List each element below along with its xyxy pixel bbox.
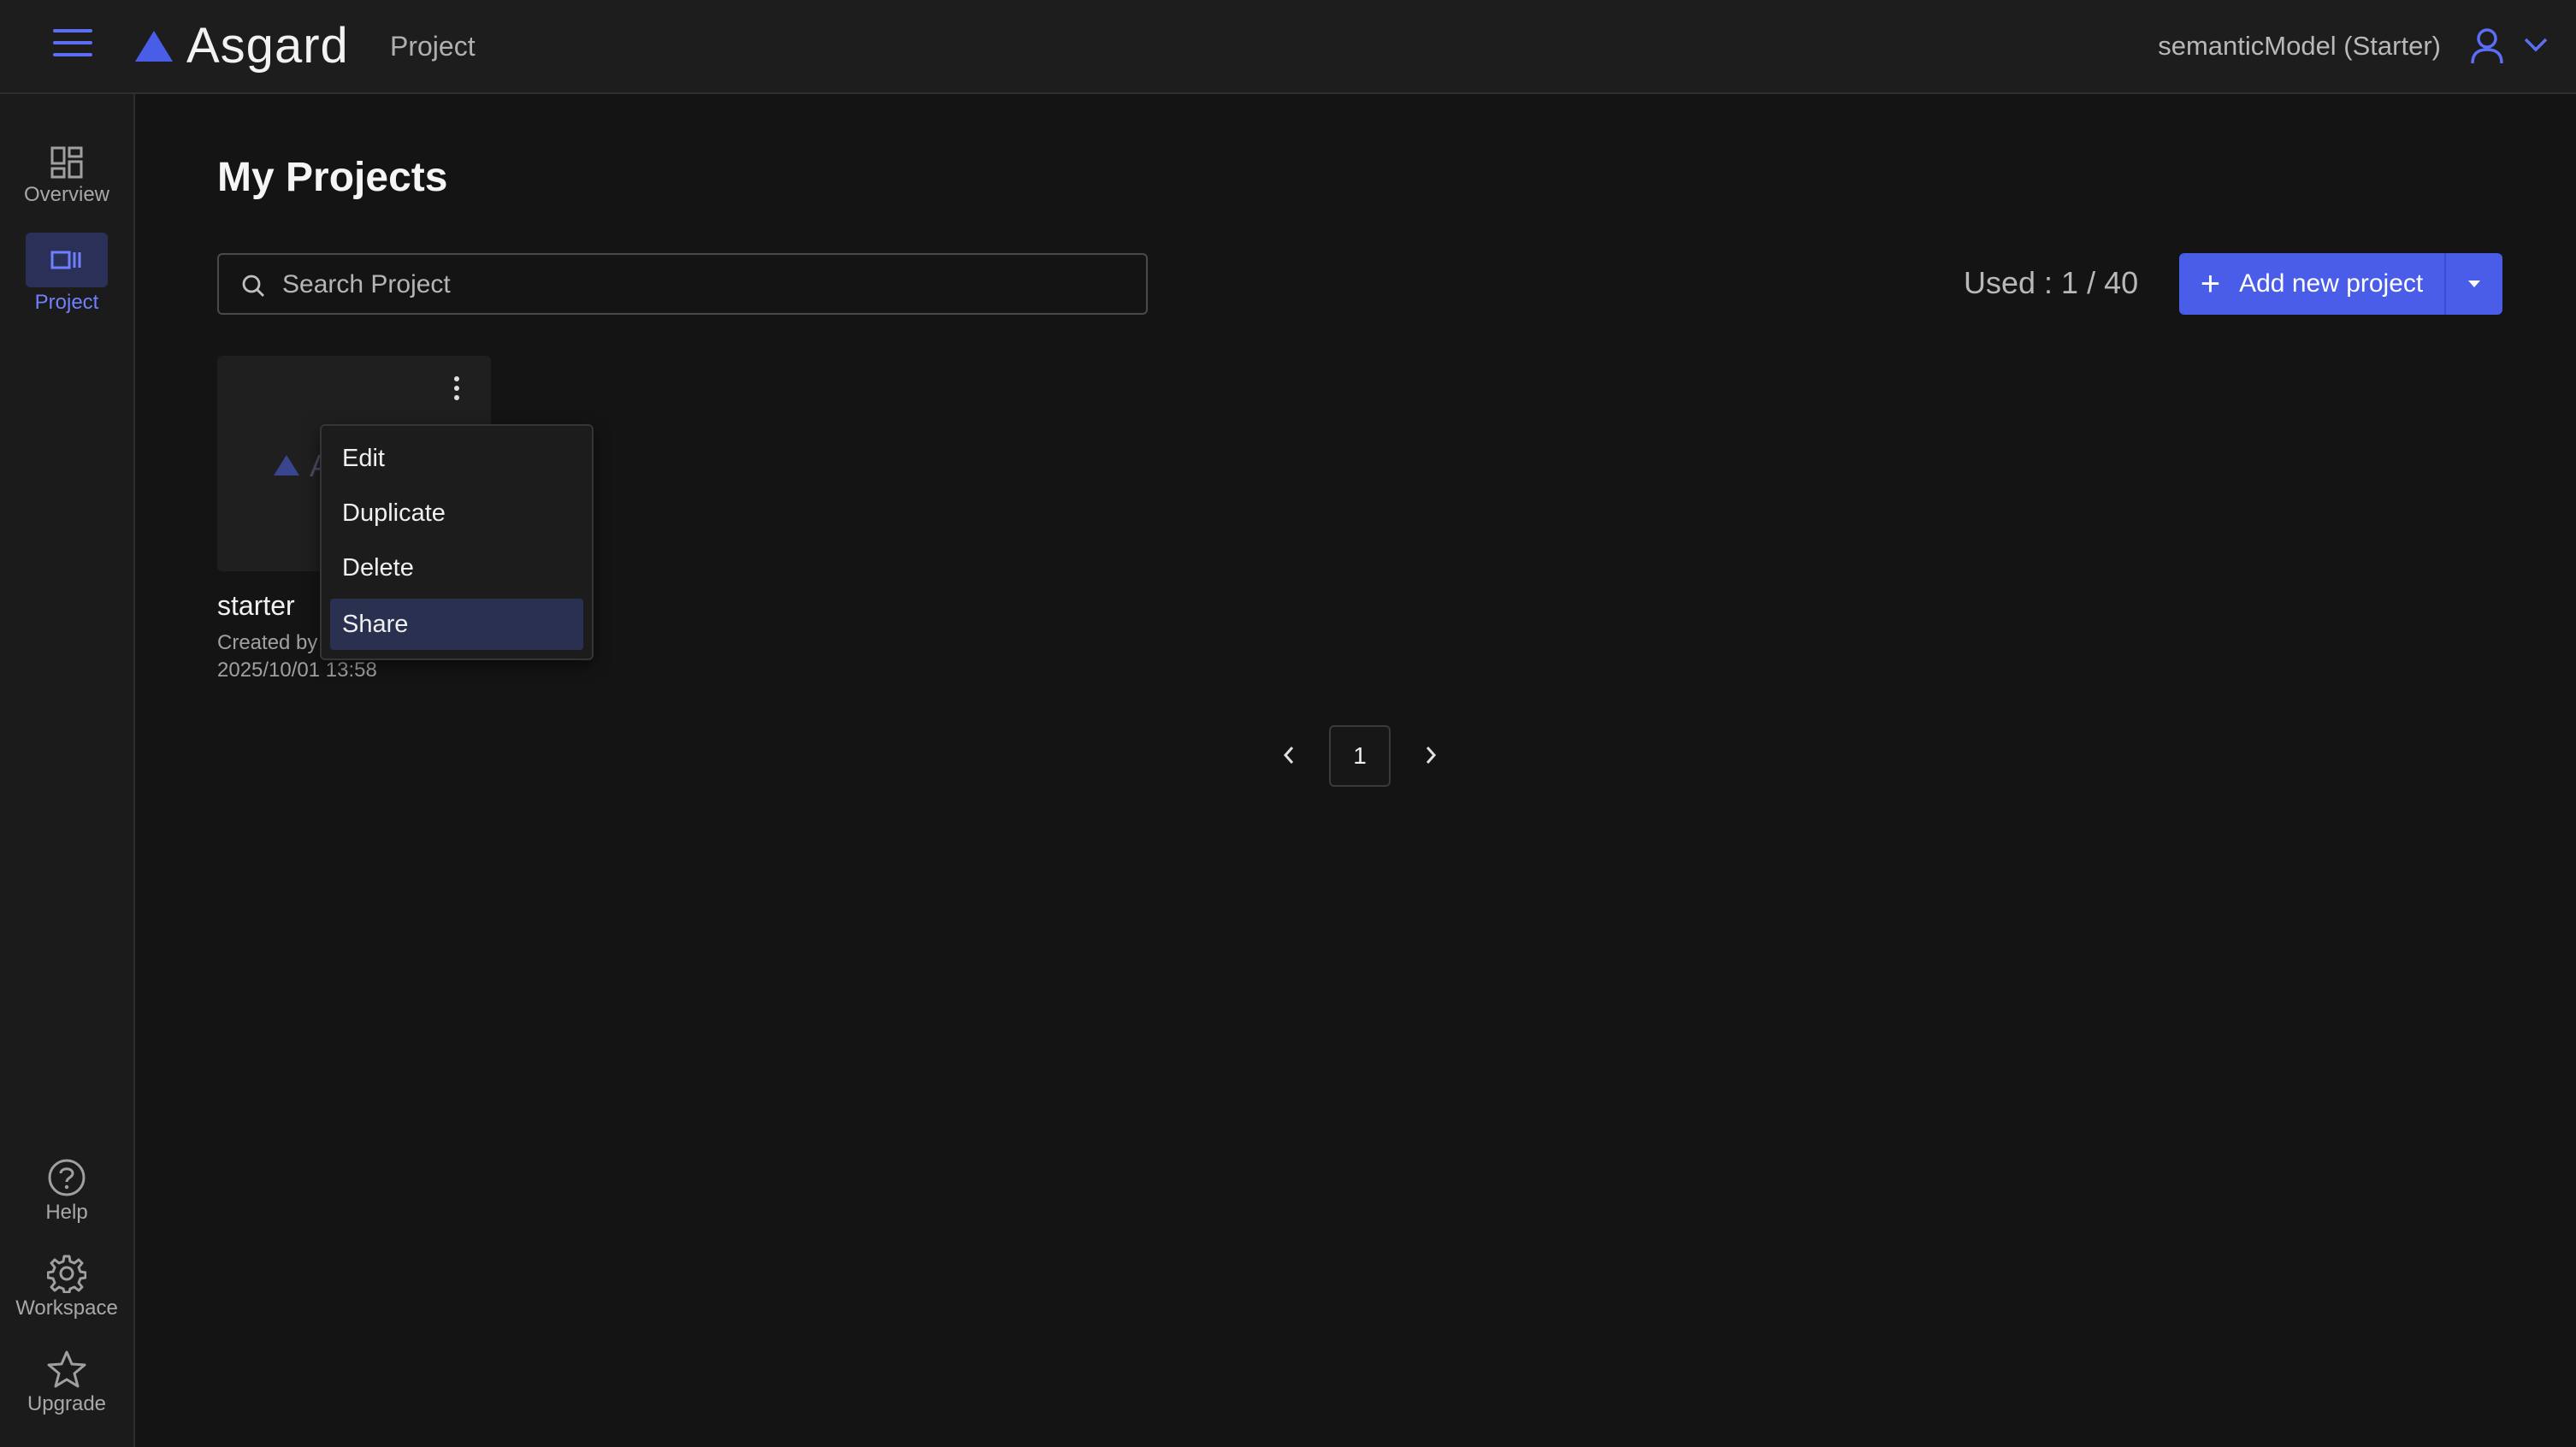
user-icon[interactable] [2470,27,2504,65]
sidebar-item-label: Project [34,291,99,314]
account-name[interactable]: semanticModel (Starter) [2158,31,2441,62]
help-icon [48,1159,86,1196]
project-created-by: Created by [217,631,318,654]
plus-icon: + [2200,265,2221,303]
pagination-next-icon[interactable] [1420,741,1442,770]
sidebar-item-upgrade[interactable]: Upgrade [0,1350,133,1416]
menu-item-delete[interactable]: Delete [330,542,583,594]
menu-item-share[interactable]: Share [330,599,583,650]
add-new-project-button[interactable]: + Add new project [2179,253,2502,315]
menu-item-edit[interactable]: Edit [330,433,583,484]
star-icon [47,1350,86,1388]
search-icon [242,275,264,297]
add-new-project-main[interactable]: + Add new project [2179,253,2444,315]
app-logo-text[interactable]: Asgard [186,17,349,74]
sidebar-item-label: Help [45,1201,88,1224]
top-bar: Asgard Project semanticModel (Starter) [0,0,2576,94]
search-box[interactable] [217,253,1148,315]
sidebar-item-label: Overview [23,183,110,206]
add-project-dropdown-toggle[interactable] [2444,253,2502,315]
gear-icon [47,1255,86,1293]
card-logo-icon [274,455,299,475]
menu-item-duplicate[interactable]: Duplicate [330,487,583,539]
sidebar-item-help[interactable]: Help [0,1158,133,1225]
sidebar-item-label: Upgrade [27,1392,107,1415]
search-input[interactable] [281,265,1122,304]
caret-down-icon [2468,281,2480,287]
chevron-down-icon[interactable] [2523,36,2549,53]
sidebar-item-workspace[interactable]: Workspace [0,1254,133,1320]
project-date: 2025/10/01 13:58 [217,659,377,682]
page-title: My Projects [217,155,448,200]
project-name[interactable]: starter [217,590,295,622]
sidebar-item-project[interactable]: Project [0,233,133,315]
more-options-icon[interactable] [446,376,467,404]
sidebar: Overview Project Help Workspace Upgrade [0,94,135,1447]
project-context-menu: Edit Duplicate Delete Share [320,424,594,660]
grid-icon [50,146,83,179]
usage-counter: Used : 1 / 40 [1964,265,2139,300]
sidebar-item-label: Workspace [15,1296,118,1320]
project-icon [50,251,81,269]
breadcrumb-section: Project [390,31,476,62]
sidebar-item-overview[interactable]: Overview [0,145,133,207]
pagination-prev-icon[interactable] [1278,741,1300,770]
asgard-logo-icon [135,31,173,62]
pagination-page-current[interactable]: 1 [1329,725,1391,787]
hamburger-menu-icon[interactable] [53,29,92,63]
add-new-project-label: Add new project [2239,269,2424,298]
